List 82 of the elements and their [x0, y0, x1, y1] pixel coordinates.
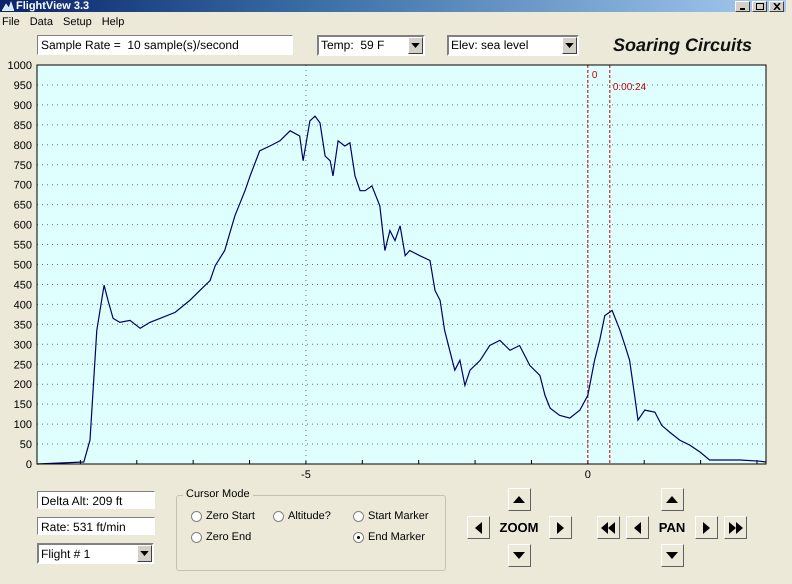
right-arrow-button[interactable]	[695, 516, 718, 539]
axis-label: 900	[14, 100, 32, 112]
logo-text: Soaring Circuits	[613, 34, 752, 56]
up-arrow-icon	[513, 496, 525, 503]
axis-label: 250	[14, 359, 32, 372]
down-arrow-icon	[666, 552, 678, 559]
zoom-label: ZOOM	[500, 520, 538, 535]
left-arrow-icon	[474, 522, 482, 534]
radio-option[interactable]: Zero End	[191, 531, 273, 543]
menu-item[interactable]: Setup	[62, 16, 92, 28]
rate-field: Rate: 531 ft/min	[37, 517, 155, 535]
dropdown-button[interactable]	[408, 36, 423, 54]
down-arrow-button[interactable]	[508, 544, 530, 567]
axis-label: 700	[14, 180, 32, 192]
fast-forward-icon	[728, 522, 743, 534]
axis-label: 0	[26, 459, 32, 471]
maximize-button[interactable]	[752, 0, 767, 12]
right-arrow-icon	[556, 522, 564, 534]
axis-label: 0	[584, 469, 591, 481]
axis-label: 400	[14, 299, 32, 312]
radio-button[interactable]	[191, 532, 202, 542]
fast-forward-button[interactable]	[724, 516, 748, 539]
radio-option[interactable]: Altitude?	[273, 510, 353, 522]
caret-icon	[140, 551, 149, 556]
axis-label: 300	[14, 339, 32, 352]
radio-option[interactable]: End Marker	[353, 531, 429, 543]
right-arrow-button[interactable]	[548, 516, 572, 539]
left-arrow-button[interactable]	[466, 516, 490, 539]
up-arrow-button[interactable]	[660, 488, 684, 511]
group-title: Cursor Mode	[183, 488, 253, 500]
delta-alt-field: Delta Alt: 209 ft	[37, 491, 155, 509]
minimize-button[interactable]	[735, 0, 750, 12]
rewind-icon	[601, 522, 616, 534]
axis-label: 650	[14, 200, 32, 212]
axis-label: 500	[14, 260, 32, 272]
menu-item[interactable]: File	[2, 16, 20, 28]
axis-label: 200	[14, 379, 32, 392]
up-arrow-button[interactable]	[508, 488, 530, 511]
menu-item[interactable]: Data	[30, 16, 53, 28]
elevation-dropdown[interactable]: Elev: sea level	[447, 34, 579, 56]
axis-label: -5	[301, 469, 311, 481]
caret-icon	[565, 42, 574, 48]
caret-icon	[411, 42, 420, 48]
axis-label: 1000	[8, 60, 32, 72]
temperature-dropdown[interactable]: Temp: 59 F	[317, 34, 425, 56]
left-arrow-button[interactable]	[626, 516, 649, 539]
pan-label: PAN	[658, 520, 686, 535]
menu-item[interactable]: Help	[102, 16, 124, 28]
app-icon	[2, 1, 14, 11]
sample-rate-field[interactable]: Sample Rate = 10 sample(s)/second	[37, 35, 293, 55]
close-button[interactable]	[769, 0, 784, 12]
left-arrow-icon	[634, 522, 641, 534]
axis-label: 750	[14, 160, 32, 172]
marker-label: 0	[592, 70, 598, 81]
axis-label: 150	[14, 399, 32, 412]
radio-button[interactable]	[273, 510, 284, 522]
marker-label: 0:00:24	[612, 82, 646, 93]
dropdown-button[interactable]	[137, 545, 152, 562]
down-arrow-icon	[513, 552, 525, 559]
dropdown-button[interactable]	[562, 36, 577, 54]
axis-label: 350	[14, 319, 32, 332]
axis-label: 550	[14, 240, 32, 252]
close-icon	[772, 2, 780, 10]
axis-label: 50	[20, 439, 32, 452]
down-arrow-button[interactable]	[660, 544, 684, 567]
axis-label: 800	[14, 140, 32, 152]
window-title: FlightView 3.3	[16, 0, 90, 12]
axis-label: 100	[14, 419, 32, 432]
radio-option[interactable]: Zero Start	[191, 510, 273, 522]
axis-label: 950	[14, 80, 32, 92]
radio-button[interactable]	[191, 510, 202, 522]
radio-button[interactable]	[353, 532, 364, 542]
axis-label: 600	[14, 220, 32, 232]
axis-label: 850	[14, 120, 32, 132]
up-arrow-icon	[666, 496, 678, 503]
axis-label: 450	[14, 279, 32, 292]
rewind-button[interactable]	[596, 516, 620, 539]
radio-button[interactable]	[353, 510, 364, 522]
radio-option[interactable]: Start Marker	[353, 510, 429, 522]
right-arrow-icon	[703, 522, 710, 534]
maximize-icon	[756, 2, 764, 10]
flight-dropdown[interactable]: Flight # 1	[37, 543, 154, 564]
